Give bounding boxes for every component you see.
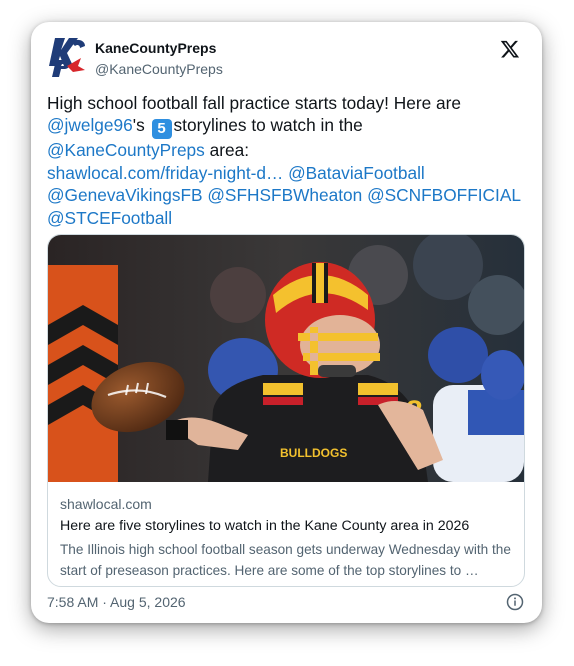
tweet-line2-rest: storylines to watch in the <box>173 115 363 136</box>
jersey-text: BULLDOGS <box>280 446 347 460</box>
tweet-date: Aug 5, 2026 <box>110 594 186 610</box>
mention-scnfbofficial[interactable]: @SCNFBOFFICIAL <box>367 185 521 205</box>
tweet-text: High school football fall practice start… <box>47 92 533 229</box>
mention-stcefootball[interactable]: @STCEFootball <box>47 208 172 228</box>
tweet-timestamp[interactable]: 7:58 AM · Aug 5, 2026 <box>47 594 186 610</box>
article-photo: BULLDOGS 8 <box>48 235 524 482</box>
link-card-description: The Illinois high school football season… <box>60 542 511 578</box>
tweet-line1: High school football fall practice start… <box>47 93 461 113</box>
mention-bataviafootball[interactable]: @BataviaFootball <box>288 163 425 183</box>
author-handle[interactable]: @KaneCountyPreps <box>95 61 223 77</box>
possessive-text: 's <box>132 115 145 136</box>
link-card-title: Here are five storylines to watch in the… <box>60 518 470 534</box>
mention-jwelge96[interactable]: @jwelge96 <box>47 115 133 135</box>
mention-genevavikingsfb[interactable]: @GenevaVikingsFB <box>47 185 203 205</box>
tweet-url-link[interactable]: shawlocal.com/friday-night-d… <box>47 163 283 183</box>
link-card-domain: shawlocal.com <box>60 496 152 512</box>
tweet-time: 7:58 AM <box>47 594 99 610</box>
keycap-number-badge: 5 <box>151 119 172 140</box>
timestamp-separator: · <box>98 594 111 610</box>
link-preview-card[interactable]: BULLDOGS 8 shawlocal.com Here are five s… <box>47 234 525 587</box>
author-name[interactable]: KaneCountyPreps <box>95 40 216 56</box>
x-logo-icon[interactable] <box>500 39 520 59</box>
mention-kanecountypreps[interactable]: @KaneCountyPreps <box>47 140 205 160</box>
area-text: area: <box>204 140 250 161</box>
tweet-card: KaneCountyPreps @KaneCountyPreps High sc… <box>31 22 542 623</box>
info-icon[interactable] <box>506 593 524 611</box>
kcp-logo-icon[interactable] <box>47 36 87 78</box>
mention-sfhsfbwheaton[interactable]: @SFHSFBWheaton <box>207 185 362 205</box>
